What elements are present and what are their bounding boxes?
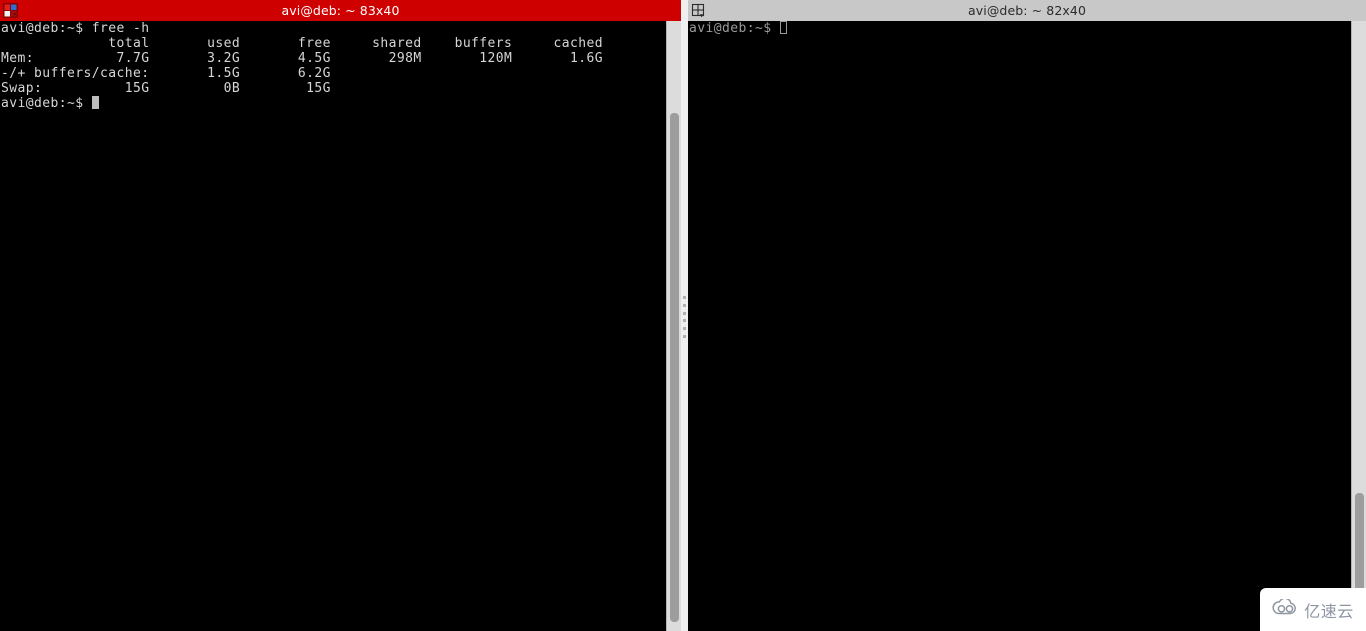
grip-dot [683,303,686,307]
titlebar-left[interactable]: avi@deb: ~ 83x40 [0,0,681,21]
terminal-line: total used free shared buffers cached [1,36,604,51]
grip-dot [683,319,686,323]
terminal-line: -/+ buffers/cache: 1.5G 6.2G [1,66,331,81]
terminal-line: avi@deb:~$ free -h [1,21,150,36]
scrollbar-thumb-left[interactable] [670,113,679,622]
grip-dot [683,334,686,338]
grip-dot [683,311,686,315]
cloud-icon [1272,597,1300,621]
watermark: 亿速云 [1260,588,1366,631]
prompt-text: avi@deb:~$ [1,96,92,111]
desktop: avi@deb: ~ 83x40 avi@deb:~$ free -h tota… [0,0,1366,631]
terminal-screen-left[interactable]: avi@deb:~$ free -h total used free share… [0,21,666,631]
splitter-grip[interactable] [683,296,686,338]
terminal-cursor [91,96,100,109]
terminal-area-right[interactable]: avi@deb:~$ [688,21,1366,631]
scrollbar-right[interactable] [1351,21,1366,631]
terminal-line: Swap: 15G 0B 15G [1,81,331,96]
terminal-prompt-line-left[interactable]: avi@deb:~$ [1,96,666,111]
grip-dot [683,296,686,299]
terminal-line: Mem: 7.7G 3.2G 4.5G 298M 120M 1.6G [1,51,604,66]
grip-dot [683,327,686,331]
window-grid-icon[interactable] [2,2,19,19]
terminal-screen-right[interactable]: avi@deb:~$ [688,21,1351,631]
titlebar-right[interactable]: avi@deb: ~ 82x40 [688,0,1366,21]
terminal-prompt-line-right[interactable]: avi@deb:~$ [689,21,1351,36]
scrollbar-thumb-right[interactable] [1355,493,1364,599]
window-title-right: avi@deb: ~ 82x40 [967,3,1087,18]
terminal-window-left[interactable]: avi@deb: ~ 83x40 avi@deb:~$ free -h tota… [0,0,681,631]
terminal-cursor [779,21,788,34]
scrollbar-left[interactable] [666,21,681,631]
prompt-text: avi@deb:~$ [689,21,780,36]
terminal-area-left[interactable]: avi@deb:~$ free -h total used free share… [0,21,681,631]
window-splitter[interactable] [681,0,688,631]
window-grid-dropdown-icon[interactable] [690,2,707,19]
watermark-text: 亿速云 [1304,601,1354,621]
window-title-left: avi@deb: ~ 83x40 [281,3,400,18]
terminal-window-right[interactable]: avi@deb: ~ 82x40 avi@deb:~$ [688,0,1366,631]
